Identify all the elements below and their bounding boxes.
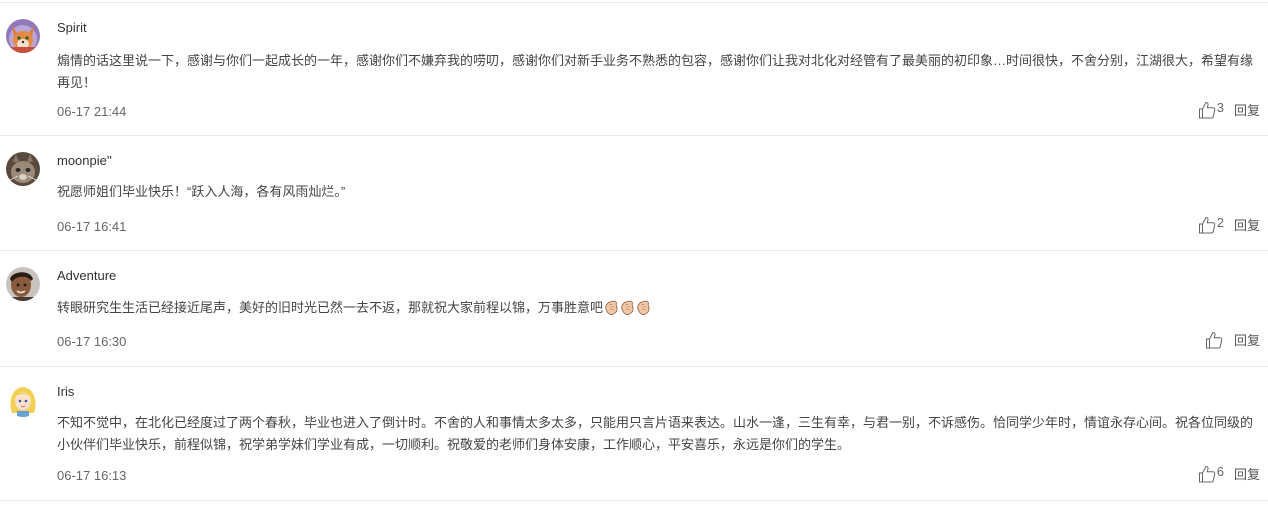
person-photo-avatar-icon [6, 267, 40, 301]
avatar[interactable] [6, 383, 40, 417]
comment-item: Adventure 转眼研究生生活已经接近尾声，美好的旧时光已然一去不返，那就祝… [0, 251, 1268, 367]
comment-item: Iris 不知不觉中，在北化已经度过了两个春秋，毕业也进入了倒计时。不舍的人和事… [0, 367, 1268, 501]
reply-button[interactable]: 回复 [1234, 103, 1260, 119]
comment-actions: 6 回复 [1198, 463, 1260, 483]
avatar[interactable] [6, 19, 40, 53]
comment-text: 祝愿师姐们毕业快乐！“跃入人海，各有风雨灿烂。” [57, 184, 346, 199]
timestamp: 06-17 21:44 [57, 104, 127, 119]
timestamp: 06-17 16:30 [57, 334, 127, 349]
comment-item: Spirit 煽情的话这里说一下，感谢与你们一起成长的一年，感谢你们不嫌弃我的唠… [0, 3, 1268, 136]
reply-button[interactable]: 回复 [1234, 218, 1260, 234]
clapping-hands-emoji-icon [637, 300, 650, 315]
timestamp: 06-17 16:41 [57, 219, 127, 234]
username[interactable]: Iris [57, 384, 74, 400]
comment-item: moonpie'' 祝愿师姐们毕业快乐！“跃入人海，各有风雨灿烂。” 06-17… [0, 136, 1268, 251]
like-button[interactable]: 2 [1198, 216, 1224, 234]
fox-character-avatar-icon [6, 19, 40, 53]
thumbs-up-icon [1205, 331, 1223, 349]
username[interactable]: Spirit [57, 20, 87, 36]
avatar[interactable] [6, 267, 40, 301]
princess-cartoon-avatar-icon [6, 383, 40, 417]
reply-button[interactable]: 回复 [1234, 467, 1260, 483]
like-button[interactable]: 3 [1198, 101, 1224, 119]
cat-photo-avatar-icon [6, 152, 40, 186]
username[interactable]: Adventure [57, 268, 116, 284]
emoji-group [604, 298, 652, 320]
comment-actions: 2 回复 [1198, 214, 1260, 234]
thumbs-up-icon [1198, 216, 1216, 234]
clapping-hands-emoji-icon [605, 300, 618, 315]
comment-actions: 3 回复 [1198, 99, 1260, 119]
thumbs-up-icon [1198, 101, 1216, 119]
like-button[interactable] [1205, 331, 1224, 349]
thumbs-up-icon [1198, 465, 1216, 483]
clapping-hands-emoji-icon [621, 300, 634, 315]
reply-button[interactable]: 回复 [1234, 333, 1260, 349]
comment-text: 不知不觉中，在北化已经度过了两个春秋，毕业也进入了倒计时。不舍的人和事情太多太多… [57, 415, 1254, 452]
comment-actions: 回复 [1205, 329, 1260, 349]
like-button[interactable]: 6 [1198, 465, 1224, 483]
comment-text: 煽情的话这里说一下，感谢与你们一起成长的一年，感谢你们不嫌弃我的唠叨，感谢你们对… [57, 53, 1254, 90]
like-count: 2 [1216, 215, 1224, 230]
avatar[interactable] [6, 152, 40, 186]
like-count: 6 [1216, 464, 1224, 479]
timestamp: 06-17 16:13 [57, 468, 127, 483]
username[interactable]: moonpie'' [57, 153, 112, 169]
comment-text: 转眼研究生生活已经接近尾声，美好的旧时光已然一去不返，那就祝大家前程以锦，万事胜… [57, 297, 1253, 320]
like-count: 3 [1216, 100, 1224, 115]
comment-text-body: 转眼研究生生活已经接近尾声，美好的旧时光已然一去不返，那就祝大家前程以锦，万事胜… [57, 300, 604, 315]
